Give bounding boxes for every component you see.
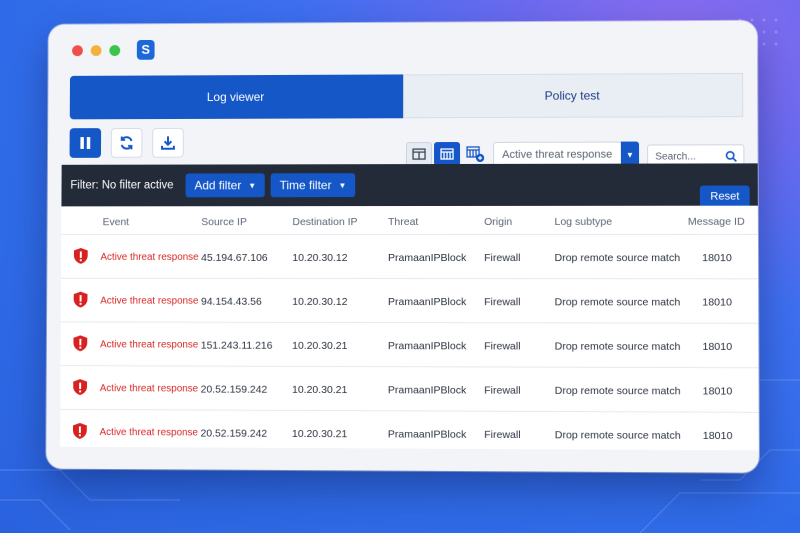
cell-log-subtype: Drop remote source match <box>554 429 681 442</box>
cell-message-id: 18010 <box>702 252 732 265</box>
cell-threat: PramaanIPBlock <box>387 384 467 397</box>
refresh-icon <box>119 135 135 151</box>
time-filter-button[interactable]: Time filter ▼ <box>270 173 356 198</box>
column-header-log-subtype[interactable]: Log subtype <box>554 216 612 228</box>
cell-message-id: 18010 <box>702 340 733 354</box>
table-row[interactable]: Active threat response 20.52.159.242 10.… <box>60 408 759 457</box>
shield-alert-icon <box>73 291 88 308</box>
cell-origin: Firewall <box>484 428 521 442</box>
tab-policy-test[interactable]: Policy test <box>402 72 744 119</box>
table-view-button[interactable] <box>434 142 461 167</box>
cell-destination-ip: 10.20.30.21 <box>292 383 348 397</box>
reset-button[interactable]: Reset <box>700 185 750 208</box>
cell-message-id: 18010 <box>702 385 733 398</box>
cell-destination-ip: 10.20.30.21 <box>292 339 348 352</box>
cell-event: Active threat response <box>100 339 199 351</box>
column-header-event[interactable]: Event <box>103 216 129 228</box>
minimize-window-button[interactable] <box>90 45 102 57</box>
pause-button[interactable] <box>69 128 102 158</box>
maximize-window-button[interactable] <box>109 45 121 56</box>
add-filter-button[interactable]: Add filter ▼ <box>185 173 266 198</box>
cell-message-id: 18010 <box>702 296 733 309</box>
app-logo: S <box>136 39 155 60</box>
log-type-select-value: Active threat response <box>502 148 613 161</box>
cell-origin: Firewall <box>484 296 521 309</box>
cell-destination-ip: 10.20.30.12 <box>292 295 348 308</box>
cell-event: Active threat response <box>99 383 199 395</box>
download-icon <box>160 135 176 151</box>
cell-event: Active threat response <box>100 251 199 263</box>
add-filter-label: Add filter <box>194 178 242 193</box>
tab-bar: Log viewer Policy test <box>69 72 744 120</box>
column-header-threat[interactable]: Threat <box>388 216 418 228</box>
close-window-button[interactable] <box>72 45 83 57</box>
caret-down-icon: ▼ <box>248 180 257 190</box>
title-bar: S ☆ ⋮ <box>48 21 757 91</box>
download-button[interactable] <box>152 127 184 158</box>
cell-threat: PramaanIPBlock <box>387 428 467 441</box>
cell-source-ip: 20.52.159.242 <box>200 383 268 396</box>
column-header-destination-ip[interactable]: Destination IP <box>292 216 357 228</box>
cell-log-subtype: Drop remote source match <box>554 340 681 353</box>
cell-log-subtype: Drop remote source match <box>554 296 681 309</box>
app-window-stage: S ☆ ⋮ Log viewer Policy test Active thre… <box>46 20 759 473</box>
cell-event: Active threat response <box>99 427 199 439</box>
search-icon <box>725 150 737 162</box>
cell-destination-ip: 10.20.30.21 <box>291 427 348 441</box>
table-row[interactable]: Active threat response 20.52.159.242 10.… <box>60 365 759 412</box>
cell-event: Active threat response <box>100 295 199 307</box>
cell-threat: PramaanIPBlock <box>387 340 467 353</box>
app-window: S ☆ ⋮ Log viewer Policy test Active thre… <box>46 20 759 473</box>
cell-threat: PramaanIPBlock <box>387 251 467 265</box>
time-filter-label: Time filter <box>279 178 332 193</box>
search-placeholder: Search... <box>655 151 696 163</box>
filter-bar: Filter: No filter active Add filter ▼ Ti… <box>61 163 758 208</box>
cell-source-ip: 45.194.67.106 <box>201 251 268 264</box>
cell-threat: PramaanIPBlock <box>387 296 467 309</box>
table-view-icon <box>440 148 454 160</box>
split-view-button[interactable] <box>406 142 433 167</box>
add-column-button[interactable] <box>462 142 488 166</box>
pause-icon <box>80 137 91 149</box>
cell-origin: Firewall <box>484 252 521 265</box>
log-table: Event Source IP Destination IP Threat Or… <box>60 205 759 457</box>
cell-source-ip: 94.154.43.56 <box>200 295 262 308</box>
cell-destination-ip: 10.20.30.12 <box>292 251 348 264</box>
cell-source-ip: 151.243.11.216 <box>200 339 273 352</box>
shield-alert-icon <box>72 422 87 439</box>
cell-origin: Firewall <box>484 340 521 353</box>
cell-message-id: 18010 <box>702 429 733 443</box>
table-row[interactable]: Active threat response 151.243.11.216 10… <box>60 321 759 368</box>
tab-log-viewer[interactable]: Log viewer <box>69 74 403 120</box>
filter-status-label: Filter: No filter active <box>70 179 174 192</box>
column-header-source-ip[interactable]: Source IP <box>201 216 247 228</box>
shield-alert-icon <box>73 335 88 352</box>
cell-source-ip: 20.52.159.242 <box>200 427 268 440</box>
column-header-message-id[interactable]: Message ID <box>688 216 745 228</box>
column-header-origin[interactable]: Origin <box>484 216 512 228</box>
caret-down-icon: ▼ <box>338 180 347 190</box>
shield-alert-icon <box>73 247 88 264</box>
add-column-icon <box>466 146 484 162</box>
cell-origin: Firewall <box>484 384 521 397</box>
table-header: Event Source IP Destination IP Threat Or… <box>61 206 758 234</box>
shield-alert-icon <box>73 379 88 396</box>
cell-log-subtype: Drop remote source match <box>554 252 681 265</box>
cell-log-subtype: Drop remote source match <box>554 384 681 398</box>
refresh-button[interactable] <box>110 128 143 158</box>
table-row[interactable]: Active threat response 94.154.43.56 10.2… <box>60 277 759 323</box>
split-view-icon <box>412 148 426 160</box>
table-row[interactable]: Active threat response 45.194.67.106 10.… <box>61 233 759 279</box>
